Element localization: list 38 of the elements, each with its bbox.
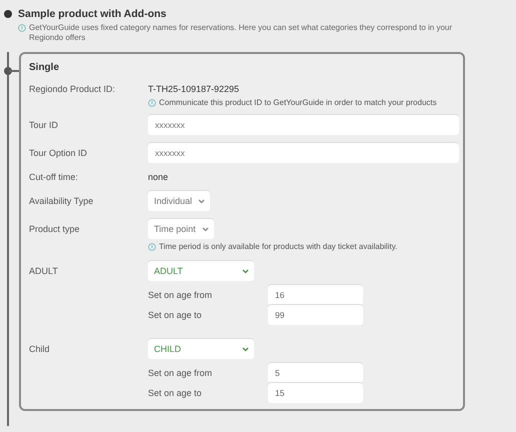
category-dropdown[interactable]: ADULT bbox=[148, 261, 254, 281]
category-dropdown[interactable]: CHILD bbox=[148, 339, 254, 359]
text-field[interactable]: xxxxxxx bbox=[148, 115, 459, 135]
field-label: Regiondo Product ID: bbox=[29, 83, 116, 95]
timeline-node-icon bbox=[4, 67, 12, 75]
info-icon bbox=[148, 98, 156, 106]
chevron-down-icon bbox=[242, 268, 249, 274]
field-label: Product type bbox=[29, 223, 81, 236]
field-label: Set on age from bbox=[148, 368, 214, 378]
chevron-down-icon bbox=[242, 346, 249, 352]
chevron-down-icon bbox=[198, 198, 206, 204]
field-label: Child bbox=[29, 343, 51, 356]
field-label: Availability Type bbox=[29, 195, 94, 208]
info-icon bbox=[18, 24, 26, 32]
field-label: Tour Option ID bbox=[29, 147, 88, 160]
age-field[interactable]: 5 bbox=[268, 363, 363, 383]
bullet-icon bbox=[4, 10, 12, 18]
age-field[interactable]: 16 bbox=[268, 285, 363, 305]
dropdown[interactable]: Individual bbox=[148, 191, 210, 211]
field-label: Set on age to bbox=[148, 310, 203, 320]
age-field[interactable]: 99 bbox=[268, 305, 363, 325]
info-icon bbox=[148, 242, 156, 250]
field-value: T-TH25-109187-92295 bbox=[148, 84, 240, 94]
chevron-down-icon bbox=[202, 226, 209, 232]
field-label: Set on age to bbox=[148, 388, 203, 398]
text-field[interactable]: xxxxxxx bbox=[148, 143, 459, 163]
section-hint: GetYourGuide uses fixed category names for reservations. Here you can set what categories they correspond to in your Regiondo offers bbox=[29, 23, 454, 43]
field-label: Tour ID bbox=[29, 119, 60, 132]
card-title: Single bbox=[29, 62, 60, 73]
field-label: Set on age from bbox=[148, 290, 214, 300]
age-field[interactable]: 15 bbox=[268, 383, 363, 403]
field-value: none bbox=[148, 172, 168, 182]
field-hint: Time period is only available for products with day ticket availability. bbox=[159, 242, 398, 251]
field-hint: Communicate this product ID to GetYourGuide in order to match your products bbox=[159, 98, 437, 107]
field-label: ADULT bbox=[29, 265, 59, 278]
dropdown[interactable]: Time point bbox=[148, 219, 214, 239]
section-title: Sample product with Add-ons bbox=[18, 8, 166, 20]
field-label: Cut-off time: bbox=[29, 171, 79, 183]
